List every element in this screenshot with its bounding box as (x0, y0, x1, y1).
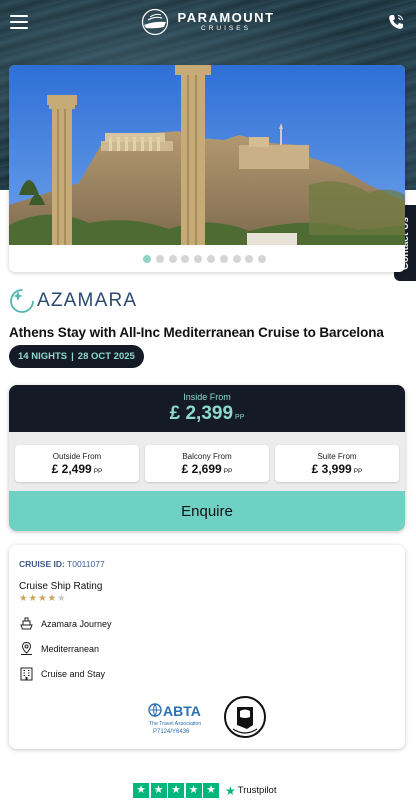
enquire-button[interactable]: Enquire (9, 491, 405, 531)
badge-separator: | (71, 351, 74, 362)
trustpilot-star-icon: ★ (168, 783, 184, 798)
gallery-dot[interactable] (206, 255, 215, 263)
cruise-details-card: CRUISE ID: T0011077 Cruise Ship Rating ★… (9, 545, 405, 749)
ship-icon (20, 617, 33, 630)
site-header: PARAMOUNT CRUISES (0, 0, 416, 44)
brand-name: PARAMOUNT (177, 10, 275, 26)
acropolis-photo (9, 65, 405, 245)
rating-star-icon: ★ (19, 593, 28, 604)
headline-price-label: Inside From (183, 392, 231, 402)
rating-star-icon: ★ (28, 593, 38, 604)
trustpilot-star-icon: ★ (185, 783, 202, 798)
trustpilot-rating[interactable]: ★ ★ ★ ★ ★ ★ Trustpilot (133, 783, 276, 798)
svg-text:ABTA: ABTA (163, 703, 201, 719)
price-option-label: Outside From (52, 451, 102, 461)
price-option-value: £ 2,699 PP (181, 461, 233, 476)
feature-ship: Azamara Journey (19, 616, 112, 631)
paramount-logo[interactable]: PARAMOUNT CRUISES (139, 8, 274, 36)
rating-star-icon: ★ (38, 593, 47, 604)
location-pin-icon (21, 641, 32, 655)
price-option-label: Suite From (317, 451, 357, 461)
rating-star-icon: ★ (57, 593, 66, 604)
gallery-dot[interactable] (168, 255, 177, 263)
gallery-pagination (143, 255, 267, 263)
price-option-value: £ 3,999 PP (311, 461, 363, 476)
cabin-prices: Outside From £ 2,499 PP Balcony From £ 2,… (9, 432, 405, 491)
svg-text:The Travel Association: The Travel Association (149, 721, 201, 727)
price-option-label: Balcony From (182, 451, 232, 461)
price-outside[interactable]: Outside From £ 2,499 PP (15, 445, 139, 482)
phone-icon[interactable] (386, 12, 406, 32)
price-card: Inside From £ 2,399 PP Outside From £ 2,4… (9, 385, 405, 531)
abta-logo: ABTA The Travel Association P7124/Y6436 (148, 703, 201, 735)
trustpilot-star-icon: ★ (133, 783, 149, 798)
nights-label: 14 NIGHTS (18, 351, 68, 362)
gallery-dot[interactable] (219, 255, 228, 263)
trustpilot-label: Trustpilot (237, 785, 277, 796)
menu-icon[interactable] (10, 15, 28, 29)
headline-price: Inside From £ 2,399 PP (9, 385, 405, 432)
cruise-id: CRUISE ID: T0011077 (19, 559, 105, 569)
gallery-dot[interactable] (258, 255, 267, 263)
gallery-dot[interactable] (232, 255, 241, 263)
image-gallery[interactable] (9, 65, 405, 272)
departure-date: 28 OCT 2025 (77, 351, 135, 362)
trustpilot-stars: ★ ★ ★ ★ ★ (133, 783, 219, 798)
azamara-logo: AZAMARA (9, 287, 137, 315)
atol-protected-logo (224, 696, 266, 738)
gallery-dot[interactable] (181, 255, 190, 263)
azamara-circle-icon (10, 289, 34, 313)
gallery-dot[interactable] (155, 255, 164, 263)
brand-subtitle: CRUISES (201, 25, 251, 33)
svg-text:P7124/Y6436: P7124/Y6436 (153, 729, 190, 735)
feature-label: Mediterranean (41, 643, 100, 654)
trustpilot-brand: ★ Trustpilot (225, 784, 276, 798)
price-balcony[interactable]: Balcony From £ 2,699 PP (145, 445, 269, 482)
gallery-dot[interactable] (194, 255, 203, 263)
ship-logo-icon (142, 8, 169, 36)
duration-date-badge: 14 NIGHTS | 28 OCT 2025 (9, 345, 144, 368)
feature-label: Cruise and Stay (41, 668, 106, 679)
cruise-title: Athens Stay with All-Inc Mediterranean C… (9, 325, 384, 340)
trustpilot-star-icon: ★ (225, 783, 236, 798)
hotel-building-icon (20, 667, 33, 681)
trustpilot-star-icon: ★ (150, 783, 167, 798)
price-option-value: £ 2,499 PP (51, 461, 103, 476)
cruise-line-name: AZAMARA (37, 290, 138, 311)
gallery-dot[interactable] (143, 255, 151, 263)
ship-rating-stars: ★ ★ ★ ★ ★ (19, 594, 66, 604)
feature-region: Mediterranean (19, 641, 99, 656)
trustpilot-star-icon: ★ (203, 783, 219, 798)
rating-star-icon: ★ (47, 593, 57, 604)
feature-package: Cruise and Stay (19, 666, 105, 681)
headline-price-value: £ 2,399 PP (169, 403, 245, 424)
ship-rating-label: Cruise Ship Rating (19, 581, 103, 592)
price-suite[interactable]: Suite From £ 3,999 PP (275, 445, 399, 482)
feature-label: Azamara Journey (41, 618, 112, 629)
gallery-dot[interactable] (245, 255, 254, 263)
